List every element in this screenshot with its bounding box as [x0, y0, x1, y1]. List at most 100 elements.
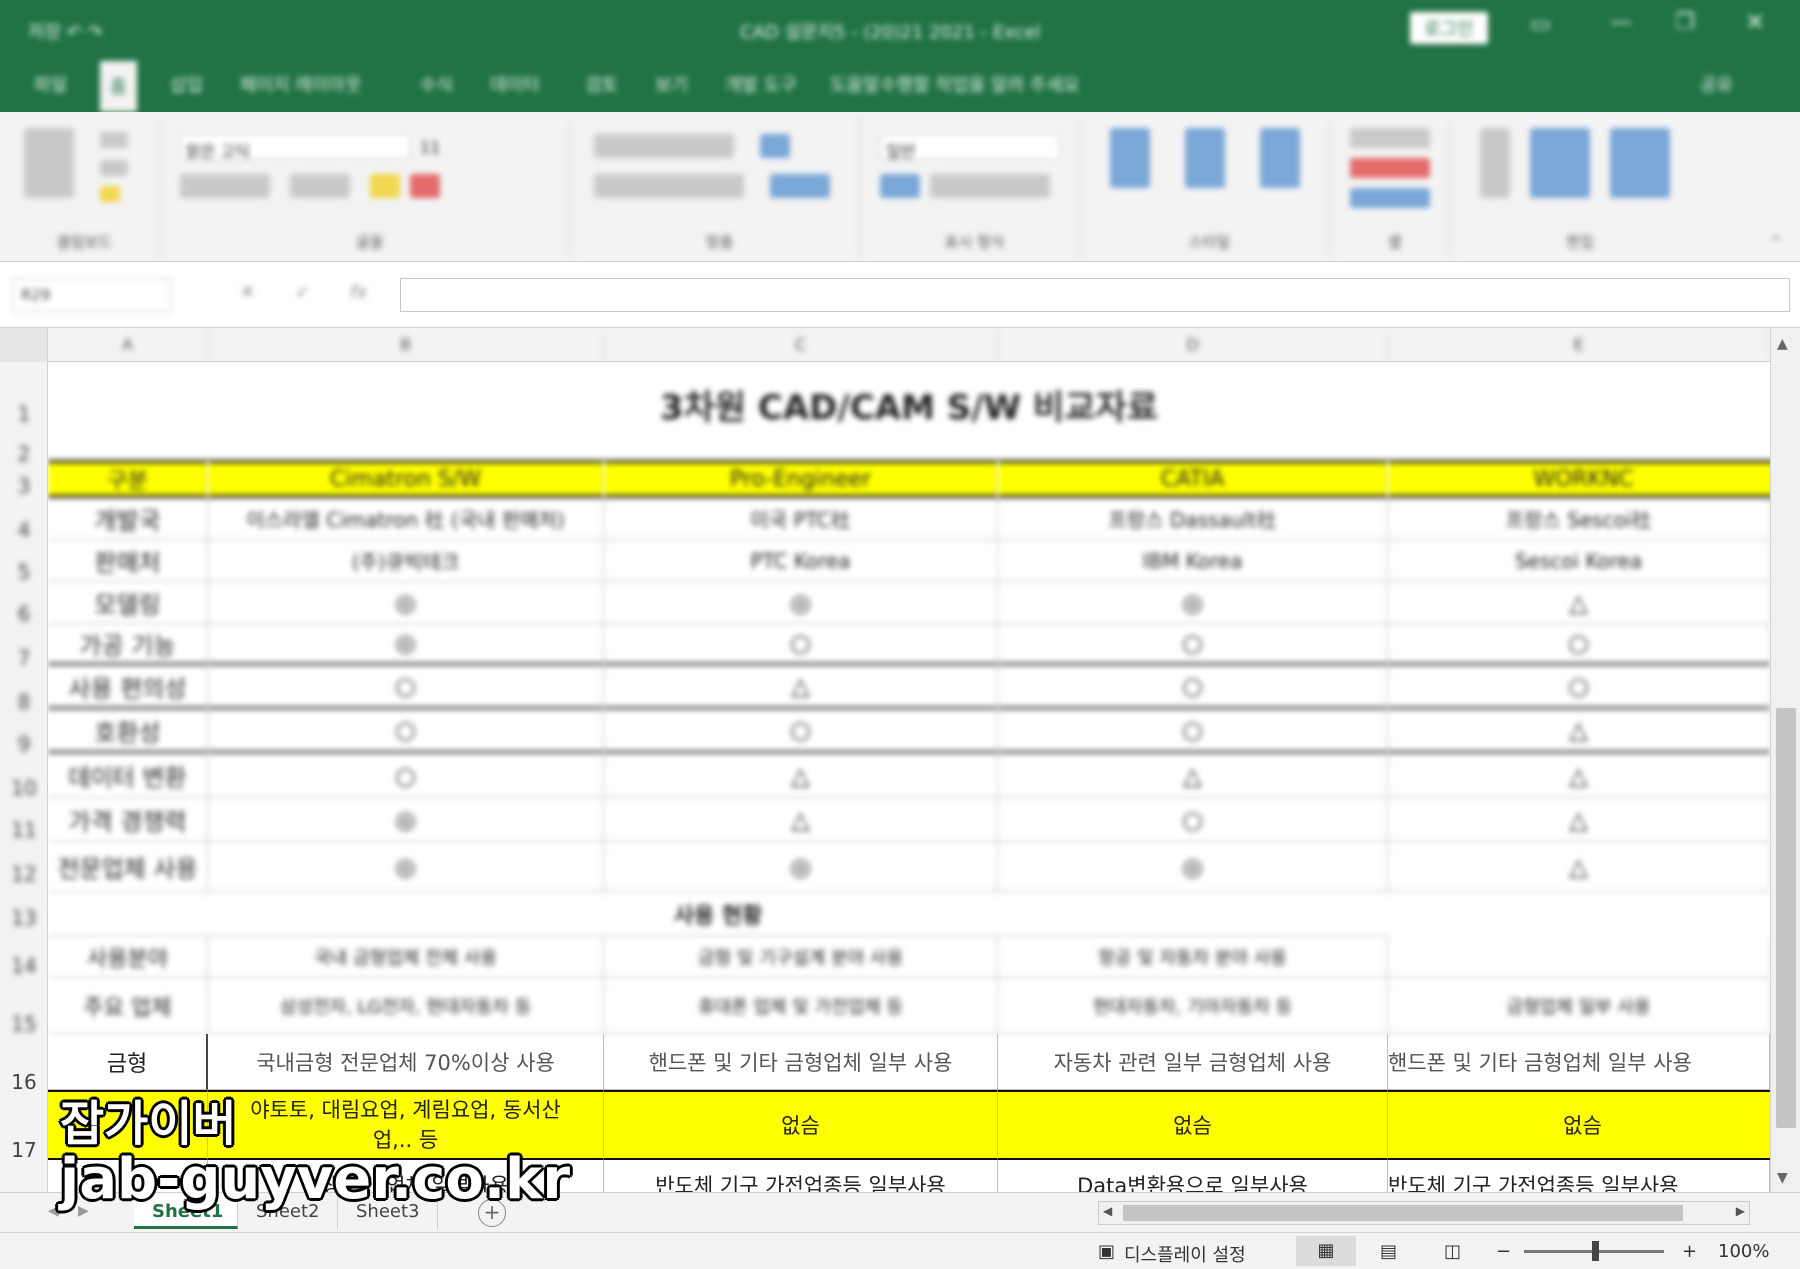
- header-cell[interactable]: Pro-Engineer: [604, 460, 998, 498]
- scroll-thumb[interactable]: [1776, 708, 1796, 1128]
- column-header[interactable]: E: [1388, 328, 1770, 362]
- comparison-cell[interactable]: ◎: [998, 582, 1388, 624]
- display-settings-button[interactable]: 디스플레이 설정: [1124, 1241, 1246, 1267]
- quick-access-toolbar[interactable]: 저장 ↶ ↷: [28, 18, 103, 44]
- usage-cell[interactable]: 금형 및 기구설계 분야 사용: [604, 936, 998, 978]
- company-cell[interactable]: 휴대폰 업체 및 가전업체 등: [604, 978, 998, 1034]
- comparison-cell[interactable]: ○: [208, 754, 604, 798]
- worksheet[interactable]: 3차원 CAD/CAM S/W 비교자료 구분 Cimatron S/W Pro…: [48, 362, 1770, 1192]
- comparison-cell[interactable]: PTC Korea: [604, 540, 998, 582]
- row18-cell[interactable]: 반도체 기구 가전업종등 일부사용: [1388, 1160, 1770, 1192]
- row-header[interactable]: 3: [0, 474, 48, 498]
- comparison-cell[interactable]: Sescoi Korea: [1388, 540, 1770, 582]
- comparison-cell[interactable]: ◎: [604, 842, 998, 892]
- comparison-cell[interactable]: ○: [998, 624, 1388, 666]
- comparison-cell[interactable]: 프랑스 Dassault社: [998, 498, 1388, 540]
- comparison-cell[interactable]: △: [1388, 798, 1770, 842]
- usage-cell[interactable]: [1388, 936, 1770, 978]
- tab-view[interactable]: 보기: [655, 71, 688, 97]
- row-header[interactable]: 8: [0, 690, 48, 714]
- sign-in-button[interactable]: 로그인: [1410, 12, 1488, 44]
- comparison-cell[interactable]: △: [604, 798, 998, 842]
- select-all-button[interactable]: [0, 328, 48, 362]
- comparison-cell[interactable]: ◎: [208, 582, 604, 624]
- comparison-cell[interactable]: 프랑스 Sescoi社: [1388, 498, 1770, 540]
- row16-cell[interactable]: 핸드폰 및 기타 금형업체 일부 사용: [1388, 1034, 1770, 1090]
- scroll-right-icon[interactable]: ▶: [1736, 1204, 1745, 1218]
- section-title[interactable]: 사용 현황: [48, 892, 1388, 936]
- row-header[interactable]: 7: [0, 646, 48, 670]
- column-header[interactable]: A: [48, 328, 208, 362]
- row-header[interactable]: 15: [0, 1012, 48, 1036]
- row-header[interactable]: 17: [0, 1138, 48, 1162]
- tab-home[interactable]: 홈: [100, 61, 137, 112]
- page-break-view-icon[interactable]: ◫: [1444, 1241, 1461, 1262]
- tab-insert[interactable]: 삽입: [170, 71, 203, 97]
- font-size-select[interactable]: 11: [420, 138, 440, 157]
- tab-formulas[interactable]: 수식: [420, 71, 453, 97]
- comparison-cell[interactable]: ◎: [208, 842, 604, 892]
- name-box[interactable]: R29: [12, 278, 172, 312]
- comparison-cell[interactable]: ○: [604, 624, 998, 666]
- comparison-cell[interactable]: △: [1388, 582, 1770, 624]
- tab-file[interactable]: 파일: [34, 71, 67, 97]
- maximize-icon[interactable]: ❐: [1675, 10, 1695, 35]
- comparison-cell[interactable]: △: [1388, 710, 1770, 754]
- column-header[interactable]: B: [208, 328, 604, 362]
- comparison-cell[interactable]: ○: [1388, 624, 1770, 666]
- company-cell[interactable]: 삼성전자, LG전자, 현대자동차 등: [208, 978, 604, 1034]
- header-cell[interactable]: WORKNC: [1388, 460, 1770, 498]
- minimize-icon[interactable]: —: [1610, 10, 1632, 35]
- horizontal-scroll-thumb[interactable]: [1123, 1205, 1683, 1221]
- comparison-cell[interactable]: ○: [998, 710, 1388, 754]
- comparison-cell[interactable]: ○: [998, 798, 1388, 842]
- row17-cell[interactable]: 없슴: [604, 1090, 998, 1160]
- tab-page-layout[interactable]: 페이지 레이아웃: [240, 71, 362, 97]
- column-header[interactable]: C: [604, 328, 998, 362]
- tab-data[interactable]: 데이터: [490, 71, 540, 97]
- row17-cell[interactable]: 없슴: [998, 1090, 1388, 1160]
- row-label-cell[interactable]: 사용 편의성: [48, 666, 208, 710]
- row-header[interactable]: 10: [0, 776, 48, 800]
- zoom-level[interactable]: 100%: [1718, 1241, 1769, 1262]
- row-header[interactable]: 11: [0, 818, 48, 842]
- scroll-left-icon[interactable]: ◀: [1103, 1204, 1112, 1218]
- row-label-cell[interactable]: 전문업체 사용: [48, 842, 208, 892]
- row18-cell[interactable]: 반도체 기구 가전업종등 일부사용: [604, 1160, 998, 1192]
- insert-function-icon[interactable]: fx: [350, 282, 367, 303]
- close-icon[interactable]: ✕: [1745, 8, 1765, 36]
- tab-help[interactable]: 도움말: [830, 71, 880, 97]
- comparison-cell[interactable]: ◎: [208, 798, 604, 842]
- row17-cell[interactable]: 없슴: [1388, 1090, 1770, 1160]
- zoom-in-button[interactable]: +: [1682, 1241, 1697, 1262]
- comparison-cell[interactable]: △: [998, 754, 1388, 798]
- row-header[interactable]: 5: [0, 560, 48, 584]
- tell-me-box[interactable]: 수행할 작업을 알려 주세요: [880, 71, 1079, 97]
- row-label-cell[interactable]: 가공 기능: [48, 624, 208, 666]
- header-cell[interactable]: Cimatron S/W: [208, 460, 604, 498]
- row-header[interactable]: 6: [0, 602, 48, 626]
- row-header[interactable]: 12: [0, 862, 48, 886]
- comparison-cell[interactable]: ◎: [998, 842, 1388, 892]
- vertical-scrollbar[interactable]: ▲ ▼: [1770, 328, 1800, 1192]
- row-label-cell[interactable]: 데이터 변환: [48, 754, 208, 798]
- font-name-select[interactable]: 맑은 고딕: [186, 138, 250, 162]
- cancel-icon[interactable]: ✕: [240, 282, 255, 303]
- row-label-cell[interactable]: 개발국: [48, 498, 208, 540]
- row-header[interactable]: 16: [0, 1070, 48, 1094]
- column-header[interactable]: D: [998, 328, 1388, 362]
- company-cell[interactable]: 현대자동차, 기아자동차 등: [998, 978, 1388, 1034]
- comparison-cell[interactable]: ○: [998, 666, 1388, 710]
- scroll-down-icon[interactable]: ▼: [1777, 1170, 1788, 1186]
- company-label[interactable]: 주요 업체: [48, 978, 208, 1034]
- comparison-cell[interactable]: △: [604, 666, 998, 710]
- horizontal-scrollbar[interactable]: ◀ ▶: [1098, 1201, 1750, 1225]
- collapse-ribbon-icon[interactable]: ⌃: [1770, 234, 1782, 250]
- row16-cell[interactable]: 국내금형 전문업체 70%이상 사용: [208, 1034, 604, 1090]
- usage-cell[interactable]: 국내 금형업체 전체 사용: [208, 936, 604, 978]
- company-cell[interactable]: 금형업체 일부 사용: [1388, 978, 1770, 1034]
- comparison-cell[interactable]: ○: [1388, 666, 1770, 710]
- comparison-cell[interactable]: △: [1388, 842, 1770, 892]
- comparison-cell[interactable]: ○: [208, 710, 604, 754]
- header-cell[interactable]: 구분: [48, 460, 208, 498]
